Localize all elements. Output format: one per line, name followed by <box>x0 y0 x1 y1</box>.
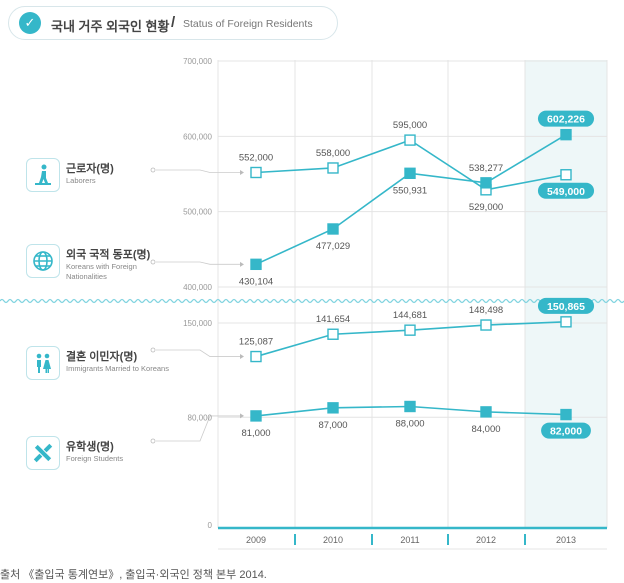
leader-dot <box>150 438 156 444</box>
data-point <box>560 408 572 421</box>
x-tick-label: 2009 <box>246 535 266 545</box>
data-point <box>560 316 572 328</box>
x-tick-label: 2010 <box>323 535 343 545</box>
leader-line <box>156 169 240 173</box>
data-point <box>327 328 339 340</box>
data-label: 148,498 <box>469 305 503 316</box>
y-tick-label: 80,000 <box>188 413 213 422</box>
data-point <box>560 128 572 141</box>
leader-dot <box>150 347 156 353</box>
data-point <box>480 406 492 418</box>
leader-arrow <box>240 169 244 175</box>
data-point <box>250 350 262 363</box>
data-point <box>560 169 572 181</box>
data-point <box>250 410 262 422</box>
x-tick-label: 2012 <box>476 535 496 545</box>
y-tick-label: 0 <box>208 521 213 530</box>
data-label: 477,029 <box>316 241 350 252</box>
y-tick-label: 400,000 <box>183 283 212 292</box>
leader-dot <box>150 259 156 265</box>
data-point <box>404 134 416 146</box>
data-label: 81,000 <box>241 428 270 439</box>
data-label: 88,000 <box>395 418 424 429</box>
leader-line <box>156 349 240 357</box>
data-point <box>480 319 492 331</box>
data-label: 141,654 <box>316 314 350 325</box>
series-line <box>255 139 567 191</box>
y-tick-label: 500,000 <box>183 208 212 217</box>
data-point <box>327 402 339 414</box>
data-point <box>250 258 262 271</box>
data-label: 550,931 <box>393 185 427 196</box>
data-point <box>327 223 339 235</box>
x-tick-label: 2013 <box>556 535 576 545</box>
data-point <box>404 167 416 179</box>
data-label: 84,000 <box>471 424 500 435</box>
x-tick-label: 2011 <box>400 535 419 545</box>
data-point <box>480 177 492 189</box>
data-label: 529,000 <box>469 202 503 213</box>
data-point <box>404 324 416 336</box>
leader-arrow <box>240 354 244 360</box>
data-label: 430,104 <box>239 276 273 287</box>
leader-dot <box>150 167 156 173</box>
data-label: 125,087 <box>239 337 273 348</box>
data-label: 595,000 <box>393 120 427 131</box>
data-label: 150,865 <box>547 301 585 313</box>
y-tick-label: 150,000 <box>183 319 212 328</box>
data-label: 144,681 <box>393 310 427 321</box>
data-label: 602,226 <box>547 114 585 126</box>
y-tick-label: 600,000 <box>183 132 212 141</box>
data-point <box>404 400 416 413</box>
data-label: 82,000 <box>550 426 582 438</box>
data-label: 87,000 <box>318 420 347 431</box>
data-point <box>327 162 339 174</box>
leader-line <box>156 261 240 265</box>
data-point <box>250 166 262 179</box>
series-line <box>255 133 567 266</box>
data-label: 552,000 <box>239 152 273 163</box>
data-label: 558,000 <box>316 148 350 159</box>
data-label: 549,000 <box>547 186 585 198</box>
data-label: 538,277 <box>469 163 503 174</box>
y-tick-label: 700,000 <box>183 57 212 66</box>
chart-area: 400,000 500,000 600,000 700,000 552,000 558,0… <box>0 57 624 550</box>
leader-arrow <box>240 261 244 267</box>
source-note: 출처 《출입국 통계연보》, 출입국·외국인 정책 본부 2014. <box>0 569 267 581</box>
